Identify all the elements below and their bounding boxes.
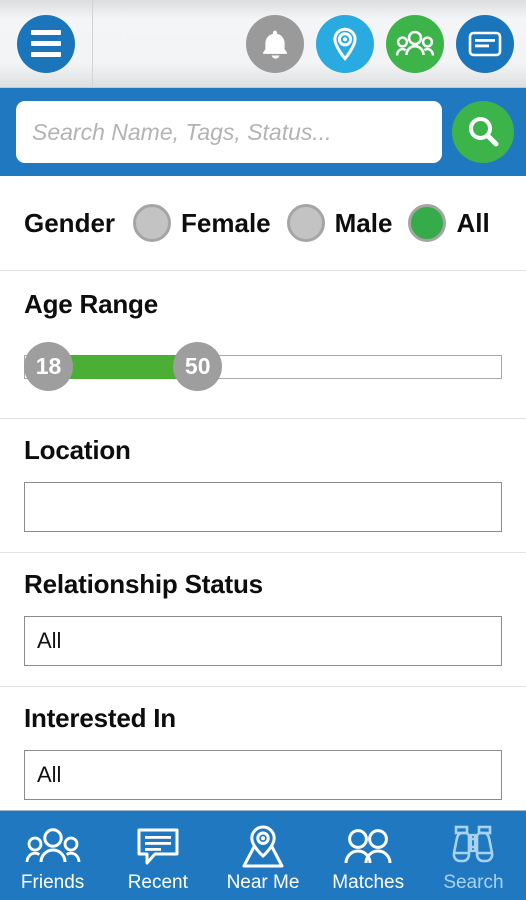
map-pin-icon — [329, 26, 361, 62]
menu-icon-line — [31, 30, 61, 35]
gender-option-label: All — [456, 207, 490, 238]
relationship-status-title: Relationship Status — [24, 569, 263, 599]
location-section: Location — [0, 419, 526, 553]
search-submit-button[interactable] — [452, 101, 514, 163]
gender-option-label: Male — [334, 207, 393, 238]
chat-bubble-icon — [135, 823, 181, 871]
gender-option-all[interactable]: All — [408, 204, 490, 242]
filters-panel: Gender Female Male All Age Range 18 50 L… — [0, 176, 526, 810]
groups-button[interactable] — [386, 14, 444, 73]
radio-all[interactable] — [408, 204, 447, 242]
search-icon — [466, 114, 500, 151]
location-input[interactable] — [24, 482, 502, 532]
slider-knob-max[interactable]: 50 — [173, 342, 223, 391]
relationship-status-select[interactable]: All — [24, 616, 502, 666]
search-input[interactable] — [16, 101, 442, 163]
nav-label: Friends — [20, 872, 85, 893]
location-title: Location — [24, 435, 131, 465]
nav-label: Matches — [332, 872, 405, 893]
relationship-status-section: Relationship Status All — [0, 553, 526, 687]
nav-label: Search — [443, 872, 504, 893]
binoculars-icon — [449, 823, 497, 871]
gender-option-female[interactable]: Female — [133, 204, 271, 242]
gender-label: Gender — [24, 207, 116, 238]
search-bar — [0, 88, 526, 176]
nav-item-friends[interactable]: Friends — [0, 811, 105, 900]
app-screen: Gender Female Male All Age Range 18 50 — [0, 0, 526, 900]
gender-option-male[interactable]: Male — [286, 204, 393, 242]
group-icon — [396, 30, 434, 58]
near-me-button[interactable] — [316, 14, 374, 73]
age-range-title: Age Range — [24, 289, 159, 319]
hamburger-menu-button[interactable] — [17, 14, 75, 73]
nav-item-near-me[interactable]: Near Me — [210, 811, 315, 900]
age-range-section: Age Range 18 50 — [0, 271, 526, 419]
bell-icon — [260, 28, 290, 60]
gender-section: Gender Female Male All — [0, 176, 526, 271]
interested-in-title: Interested In — [24, 703, 176, 733]
gender-option-label: Female — [181, 207, 271, 238]
bottom-navigation: Friends Recent Near Me Matches Search — [0, 810, 526, 900]
age-range-slider[interactable]: 18 50 — [24, 342, 502, 396]
nav-item-search[interactable]: Search — [421, 811, 526, 900]
radio-male[interactable] — [286, 204, 325, 242]
nav-label: Recent — [127, 872, 188, 893]
interested-in-select[interactable]: All — [24, 750, 502, 800]
nav-item-matches[interactable]: Matches — [316, 811, 421, 900]
map-pin-icon — [236, 823, 290, 871]
two-people-icon — [340, 823, 396, 871]
menu-icon-line — [31, 52, 61, 57]
nav-label: Near Me — [226, 872, 300, 893]
messages-button[interactable] — [456, 14, 514, 73]
top-bar-divider — [92, 0, 93, 87]
slider-knob-min[interactable]: 18 — [24, 342, 73, 391]
top-bar-icon-group — [246, 14, 514, 73]
menu-icon-line — [31, 41, 61, 46]
message-card-icon — [468, 30, 502, 58]
notifications-button[interactable] — [246, 14, 304, 73]
group-icon — [25, 823, 81, 871]
interested-in-section: Interested In All — [0, 687, 526, 810]
radio-female[interactable] — [133, 204, 172, 242]
top-bar — [0, 0, 526, 88]
nav-item-recent[interactable]: Recent — [105, 811, 210, 900]
